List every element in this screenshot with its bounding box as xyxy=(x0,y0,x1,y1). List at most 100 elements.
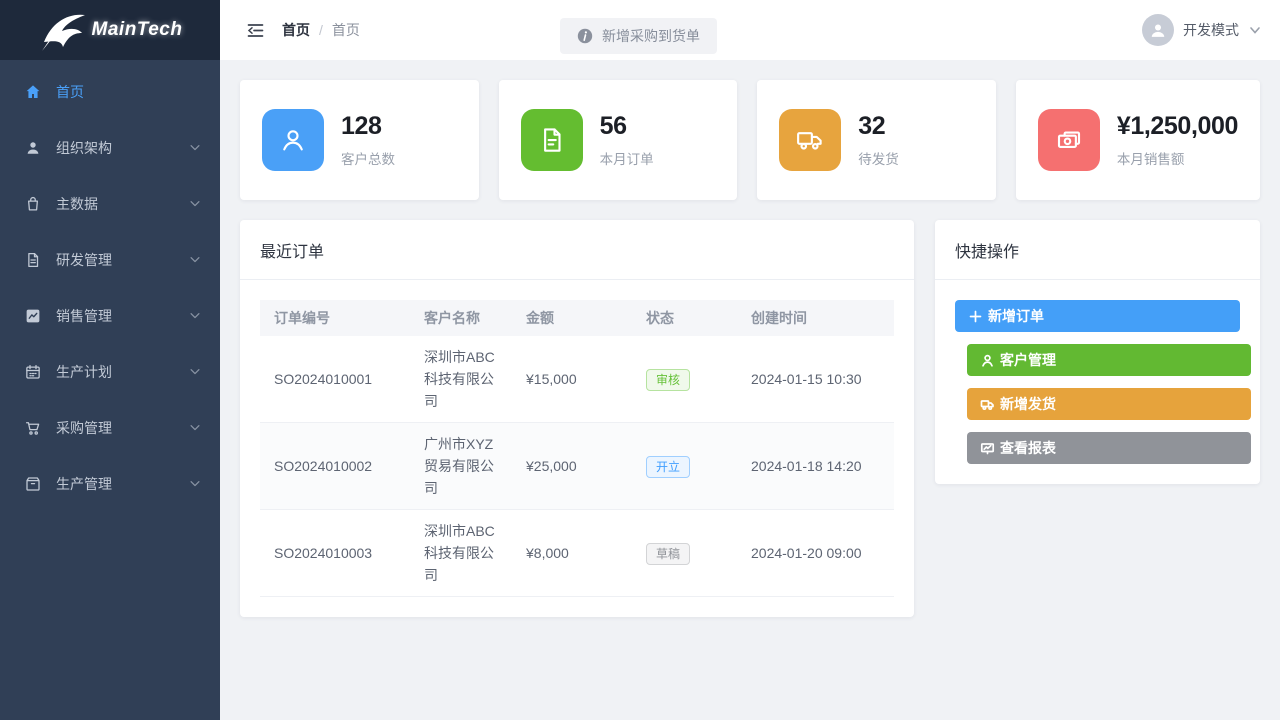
amount-cell: ¥15,000 xyxy=(512,336,632,423)
sidebar-item-calendar[interactable]: 生产计划 xyxy=(0,344,220,400)
sidebar-item-chart[interactable]: 销售管理 xyxy=(0,288,220,344)
quick-action-button-person-small[interactable]: 客户管理 xyxy=(967,344,1251,376)
amount-cell: ¥8,000 xyxy=(512,510,632,597)
created-at-cell: 2024-01-20 09:00 xyxy=(737,510,894,597)
bag-icon xyxy=(24,195,42,213)
add-purchase-arrival-button[interactable]: 新增采购到货单 xyxy=(560,18,717,54)
sidebar-item-label: 生产管理 xyxy=(56,474,188,494)
amount-cell: ¥25,000 xyxy=(512,423,632,510)
recent-orders-table: 订单编号客户名称金额状态创建时间 SO2024010001深圳市ABC科技有限公… xyxy=(260,300,894,597)
stat-card: 32 待发货 xyxy=(757,80,996,200)
table-row: SO2024010001深圳市ABC科技有限公司¥15,000 审核 2024-01… xyxy=(260,336,894,423)
stat-value: 128 xyxy=(341,112,395,141)
user-menu[interactable]: 开发模式 xyxy=(1142,0,1262,60)
chevron-down-icon xyxy=(188,253,202,267)
user-outline-icon xyxy=(262,109,324,171)
calendar-icon xyxy=(24,363,42,381)
quick-actions-title: 快捷操作 xyxy=(935,220,1260,280)
recent-orders-panel: 最近订单 订单编号客户名称金额状态创建时间 SO2024010001深圳市ABC… xyxy=(240,220,914,617)
sidebar-item-cart[interactable]: 采购管理 xyxy=(0,400,220,456)
customer-cell: 深圳市ABC科技有限公司 xyxy=(410,336,512,423)
table-header-row: 订单编号客户名称金额状态创建时间 xyxy=(260,300,894,336)
stat-label: 待发货 xyxy=(858,148,899,168)
sidebar: MainTech 首页组织架构主数据研发管理销售管理生产计划采购管理生产管理 xyxy=(0,0,220,720)
quick-action-button-plus[interactable]: 新增订单 xyxy=(955,300,1240,332)
stats-row: 128 客户总数 56 本月订单 32 待发货 ¥1,250,000 本月销售额 xyxy=(240,80,1260,200)
chevron-down-icon xyxy=(1248,23,1262,37)
order-no-cell: SO2024010001 xyxy=(260,336,410,423)
status-cell: 审核 xyxy=(632,336,737,423)
avatar xyxy=(1142,14,1174,46)
sidebar-item-label: 组织架构 xyxy=(56,138,188,158)
menu-fold-icon[interactable] xyxy=(246,21,265,40)
breadcrumb: 首页 / 首页 xyxy=(282,0,360,60)
user-mode-label: 开发模式 xyxy=(1183,20,1239,40)
banknote-icon xyxy=(1038,109,1100,171)
plus-icon xyxy=(968,309,983,324)
box-icon xyxy=(24,475,42,493)
sidebar-item-label: 首页 xyxy=(56,82,202,102)
person-small-icon xyxy=(980,353,995,368)
quick-action-label: 查看报表 xyxy=(1000,438,1056,458)
created-at-cell: 2024-01-18 14:20 xyxy=(737,423,894,510)
breadcrumb-root[interactable]: 首页 xyxy=(282,20,310,40)
stat-value: 56 xyxy=(600,112,654,141)
chevron-down-icon xyxy=(188,477,202,491)
file-white-icon xyxy=(521,109,583,171)
truck-icon xyxy=(779,109,841,171)
quick-action-button-report[interactable]: 查看报表 xyxy=(967,432,1251,464)
status-badge: 草稿 xyxy=(646,543,690,565)
quick-action-label: 新增发货 xyxy=(1000,394,1056,414)
org-icon xyxy=(24,139,42,157)
sidebar-item-file[interactable]: 研发管理 xyxy=(0,232,220,288)
truck-small-icon xyxy=(980,397,995,412)
chevron-down-icon xyxy=(188,197,202,211)
chevron-down-icon xyxy=(188,309,202,323)
brand-name: MainTech xyxy=(92,19,183,41)
stat-value: ¥1,250,000 xyxy=(1117,112,1238,141)
logo-swoosh-icon xyxy=(38,8,90,52)
customer-cell: 广州市XYZ贸易有限公司 xyxy=(410,423,512,510)
add-purchase-arrival-label: 新增采购到货单 xyxy=(602,26,700,46)
stat-label: 本月订单 xyxy=(600,148,654,168)
stat-label: 客户总数 xyxy=(341,148,395,168)
logo: MainTech xyxy=(0,0,220,60)
chevron-down-icon xyxy=(188,365,202,379)
stat-label: 本月销售额 xyxy=(1117,148,1238,168)
cart-icon xyxy=(24,419,42,437)
quick-action-label: 客户管理 xyxy=(1000,350,1056,370)
status-badge: 审核 xyxy=(646,369,690,391)
sidebar-item-bag[interactable]: 主数据 xyxy=(0,176,220,232)
stat-card: ¥1,250,000 本月销售额 xyxy=(1016,80,1260,200)
order-no-cell: SO2024010002 xyxy=(260,423,410,510)
breadcrumb-current: 首页 xyxy=(332,20,360,40)
header: 首页 / 首页 新增采购到货单 开发模式 xyxy=(220,0,1280,60)
quick-action-label: 新增订单 xyxy=(988,306,1044,326)
recent-orders-title: 最近订单 xyxy=(240,220,914,280)
stat-card: 56 本月订单 xyxy=(499,80,738,200)
quick-actions-panel: 快捷操作 新增订单客户管理新增发货查看报表 xyxy=(935,220,1260,484)
sidebar-item-box[interactable]: 生产管理 xyxy=(0,456,220,512)
status-badge: 开立 xyxy=(646,456,690,478)
sidebar-item-org[interactable]: 组织架构 xyxy=(0,120,220,176)
stat-value: 32 xyxy=(858,112,899,141)
table-row: SO2024010002广州市XYZ贸易有限公司¥25,000 开立 2024-01… xyxy=(260,423,894,510)
sidebar-item-home[interactable]: 首页 xyxy=(0,64,220,120)
sidebar-item-label: 销售管理 xyxy=(56,306,188,326)
info-icon xyxy=(577,28,593,44)
chevron-down-icon xyxy=(188,141,202,155)
table-row: SO2024010003深圳市ABC科技有限公司¥8,000 草稿 2024-01-… xyxy=(260,510,894,597)
created-at-cell: 2024-01-15 10:30 xyxy=(737,336,894,423)
breadcrumb-separator: / xyxy=(319,22,323,38)
main-content: 128 客户总数 56 本月订单 32 待发货 ¥1,250,000 本月销售额 最近订单 订… xyxy=(220,60,1280,637)
chevron-down-icon xyxy=(188,421,202,435)
column-header: 订单编号 xyxy=(260,300,410,336)
quick-action-button-truck-small[interactable]: 新增发货 xyxy=(967,388,1251,420)
home-icon xyxy=(24,83,42,101)
order-no-cell: SO2024010003 xyxy=(260,510,410,597)
column-header: 状态 xyxy=(632,300,737,336)
sidebar-item-label: 主数据 xyxy=(56,194,188,214)
report-icon xyxy=(980,441,995,456)
status-cell: 开立 xyxy=(632,423,737,510)
customer-cell: 深圳市ABC科技有限公司 xyxy=(410,510,512,597)
